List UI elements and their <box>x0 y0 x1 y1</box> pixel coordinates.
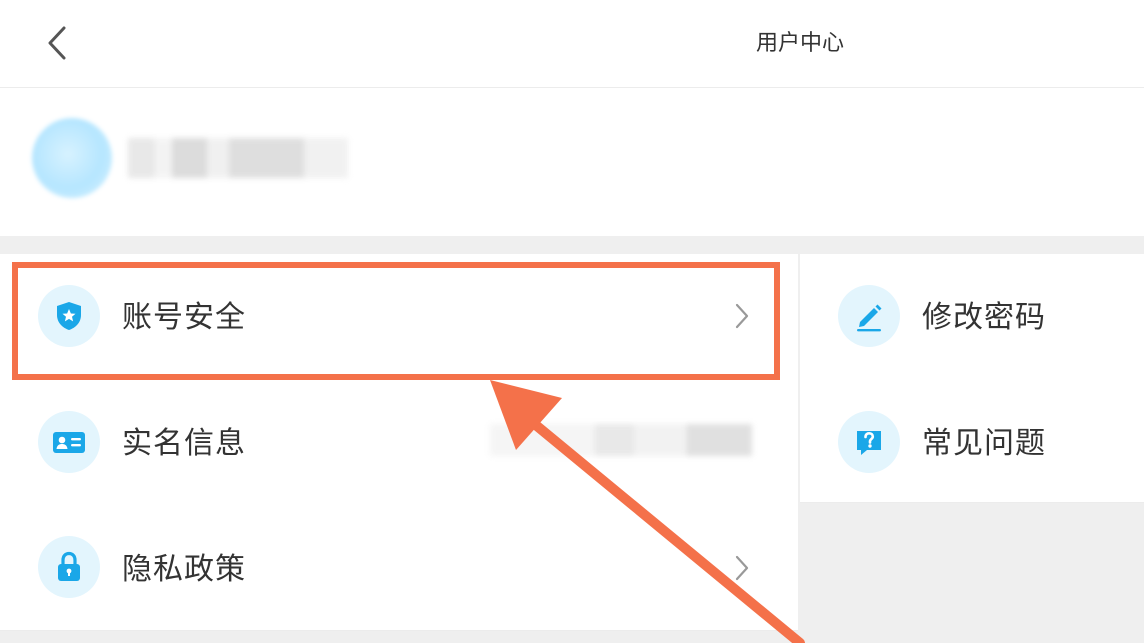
app-header: 用户中心 <box>0 0 1144 88</box>
back-button[interactable] <box>30 16 84 70</box>
page-title: 用户中心 <box>755 31 844 56</box>
question-icon <box>838 411 900 473</box>
lock-icon <box>38 536 100 598</box>
chevron-left-icon <box>48 26 66 60</box>
menu-item-privacy-policy[interactable]: 隐私政策 <box>0 502 798 631</box>
menu-item-change-password[interactable]: 修改密码 <box>800 254 1144 379</box>
chevron-right-icon <box>735 303 749 329</box>
id-card-icon <box>38 411 100 473</box>
chevron-right-icon <box>735 555 749 581</box>
menu-item-account-security[interactable]: 账号安全 <box>0 254 798 379</box>
username-redacted <box>128 138 348 178</box>
shield-icon <box>38 285 100 347</box>
menu-item-label: 隐私政策 <box>122 552 246 587</box>
profile-card[interactable] <box>0 88 1144 236</box>
menu-item-faq[interactable]: 常见问题 <box>800 378 1144 503</box>
real-name-value-redacted <box>490 424 752 456</box>
avatar[interactable] <box>32 118 112 198</box>
menu-item-label: 修改密码 <box>922 300 1046 335</box>
menu-item-label: 账号安全 <box>122 300 246 335</box>
menu-item-real-name-info[interactable]: 实名信息 <box>0 378 798 503</box>
menu-item-label: 常见问题 <box>922 426 1046 461</box>
pencil-icon <box>838 285 900 347</box>
menu-item-label: 实名信息 <box>122 426 246 461</box>
